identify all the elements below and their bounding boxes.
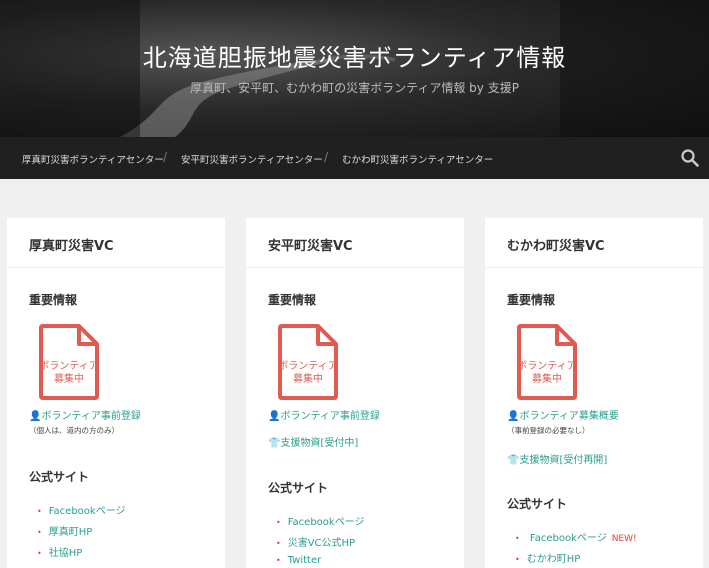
nav-item-atsuma[interactable]: 厚真町災害ボランティアセンター (22, 152, 164, 166)
shirt-icon: 👕 (268, 438, 281, 449)
card-abira: 安平町災害VC 重要情報 ボランティア 募集中 👤ボランティア事前登録 👕支援物… (246, 218, 464, 568)
register-note: （個人は、道内の方のみ） (29, 426, 119, 435)
link-twitter[interactable]: Twitter (276, 555, 322, 566)
site-subtitle: 厚真町、安平町、むかわ町の災害ボランティア情報 by 支援P (190, 81, 519, 95)
volunteer-wanted-icon[interactable]: ボランティア 募集中 (515, 322, 579, 402)
important-heading: 重要情報 (507, 293, 556, 307)
card-mukawa: むかわ町災害VC 重要情報 ボランティア 募集中 👤ボランティア募集概要 （事前… (485, 218, 703, 568)
link-town-hp[interactable]: むかわ町HP (515, 550, 581, 565)
person-icon: 👤 (268, 411, 281, 422)
supplies-link[interactable]: 👕支援物資[受付中] (268, 434, 358, 449)
link-vc-official-hp[interactable]: 災害VC公式HP (276, 534, 355, 549)
nav-separator: / (324, 150, 329, 164)
svg-text:募集中: 募集中 (532, 372, 562, 385)
main-nav: 厚真町災害ボランティアセンター / 安平町災害ボランティアセンター / むかわ町… (0, 137, 709, 179)
card-title: 安平町災害VC (268, 239, 353, 254)
card-atsuma: 厚真町災害VC 重要情報 ボランティア 募集中 👤ボランティア事前登録 （個人は… (7, 218, 225, 568)
svg-text:ボランティア: ボランティア (278, 360, 337, 372)
link-facebook[interactable]: Facebookページ (37, 502, 126, 517)
nav-item-abira[interactable]: 安平町災害ボランティアセンター (181, 152, 323, 166)
volunteer-register-link[interactable]: 👤ボランティア事前登録 (29, 407, 141, 422)
nav-item-mukawa[interactable]: むかわ町災害ボランティアセンター (342, 152, 493, 166)
shirt-icon: 👕 (507, 455, 520, 466)
svg-text:募集中: 募集中 (54, 372, 84, 385)
link-shakyo-hp[interactable]: 社協HP (37, 544, 83, 559)
header-hero: 北海道胆振地震災害ボランティア情報 厚真町、安平町、むかわ町の災害ボランティア情… (0, 0, 709, 137)
link-facebook[interactable]: FacebookページNEW! (515, 529, 637, 544)
svg-text:募集中: 募集中 (293, 372, 323, 385)
svg-text:ボランティア: ボランティア (517, 360, 576, 372)
volunteer-wanted-icon[interactable]: ボランティア 募集中 (37, 322, 101, 402)
person-icon: 👤 (507, 411, 520, 422)
search-icon[interactable] (681, 149, 699, 167)
site-title[interactable]: 北海道胆振地震災害ボランティア情報 (0, 38, 709, 73)
important-heading: 重要情報 (268, 293, 317, 307)
official-heading: 公式サイト (507, 497, 568, 511)
official-heading: 公式サイト (29, 470, 90, 484)
card-title: むかわ町災害VC (507, 239, 605, 254)
volunteer-wanted-icon[interactable]: ボランティア 募集中 (276, 322, 340, 402)
link-facebook[interactable]: Facebookページ (276, 513, 365, 528)
volunteer-register-link[interactable]: 👤ボランティア事前登録 (268, 407, 380, 422)
card-title: 厚真町災害VC (29, 239, 114, 254)
person-icon: 👤 (29, 411, 42, 422)
important-heading: 重要情報 (29, 293, 78, 307)
svg-text:ボランティア: ボランティア (39, 360, 98, 372)
link-town-hp[interactable]: 厚真町HP (37, 523, 93, 538)
official-heading: 公式サイト (268, 481, 329, 495)
nav-separator: / (163, 150, 168, 164)
register-note: （事前登録の必要なし） (507, 426, 590, 435)
volunteer-overview-link[interactable]: 👤ボランティア募集概要 (507, 407, 619, 422)
new-badge: NEW! (611, 534, 637, 544)
supplies-link[interactable]: 👕支援物資[受付再開] (507, 451, 607, 466)
